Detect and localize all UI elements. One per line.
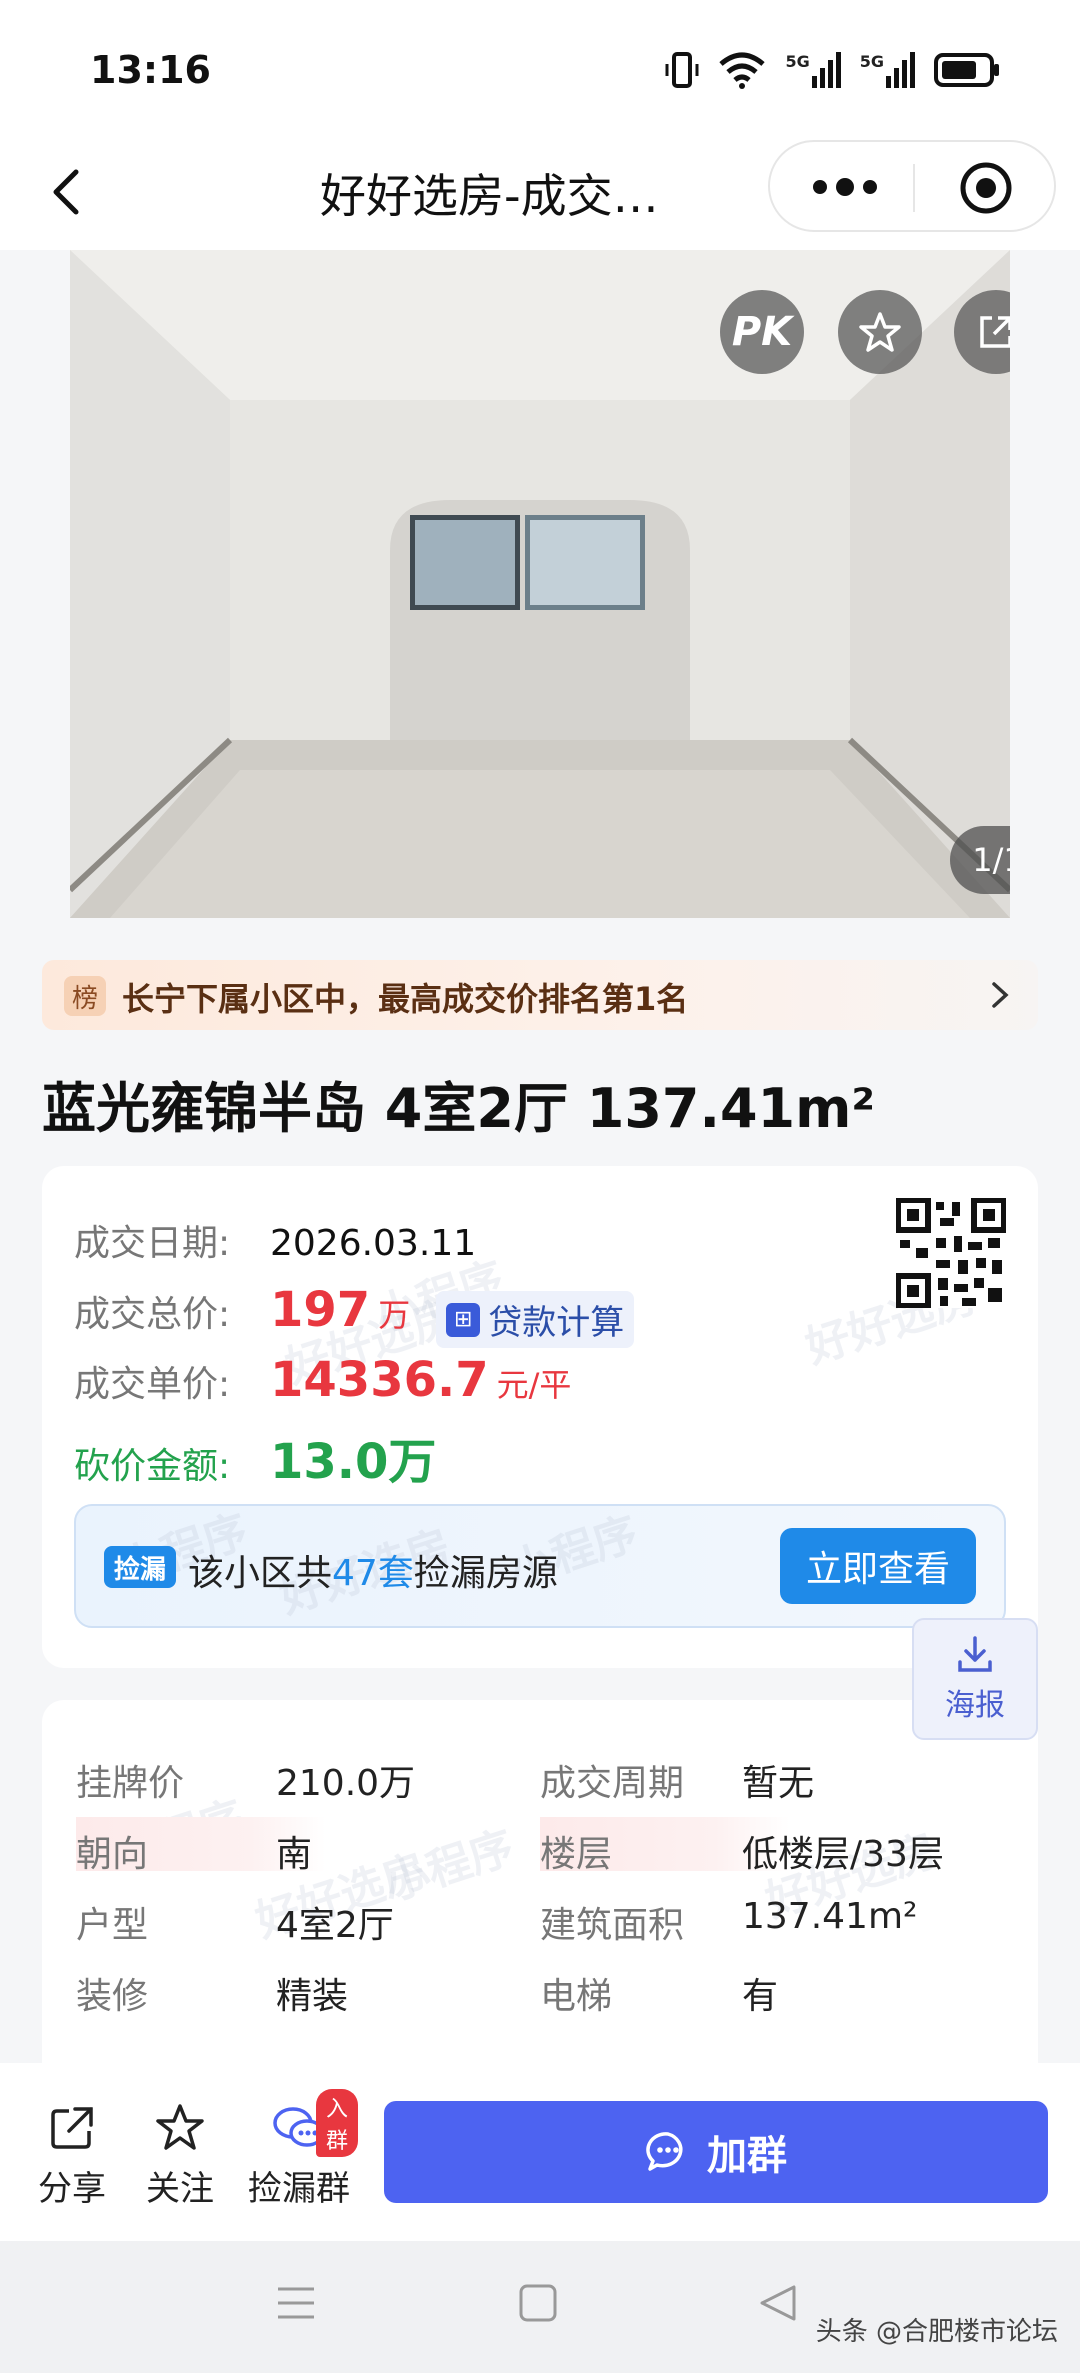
- info-key: 户型: [76, 1905, 149, 1946]
- wifi-icon: [719, 52, 766, 89]
- info-key: 挂牌价: [76, 1763, 185, 1804]
- star-icon: [859, 312, 901, 352]
- menu-icon[interactable]: [276, 2283, 316, 2323]
- loan-calculator-button[interactable]: ⊞ 贷款计算: [436, 1291, 635, 1348]
- deal-bargain-row: 砍价金额: 13.0万: [74, 1422, 436, 1492]
- info-value: 4室2厅: [276, 1905, 394, 1946]
- info-value: 暂无: [742, 1763, 815, 1804]
- info-key: 建筑面积: [540, 1905, 685, 1946]
- house-photo[interactable]: PK 1/1: [70, 250, 1010, 918]
- calculator-icon: ⊞: [446, 1302, 481, 1337]
- qr-code-icon[interactable]: [896, 1198, 1006, 1308]
- deal-card: 小程序 好好选房 好好选房 成交日期: 2026.03.11 成交总价: 197…: [42, 1166, 1038, 1668]
- info-row: 朝向 南 楼层 低楼层/33层: [42, 1815, 1038, 1875]
- bottom-action-bar: 分享 关注 入群 捡漏群 加群: [0, 2063, 1080, 2241]
- info-key: 楼层: [540, 1834, 613, 1875]
- deal-total-value: 197: [270, 1282, 371, 1338]
- deal-date-label: 成交日期:: [74, 1223, 231, 1264]
- status-time: 13:16: [90, 48, 211, 92]
- rank-badge: 榜: [64, 976, 106, 1016]
- house-title: 蓝光雍锦半岛 4室2厅 137.41m²: [42, 1077, 876, 1140]
- mini-program-capsule: [768, 140, 1056, 232]
- deal-total-row: 成交总价: 197 万 ⊞ 贷款计算: [74, 1282, 635, 1348]
- info-card: 小程序 小程序 好好选房 好好选房 挂牌价 210.0万 成交周期 暂无 朝向 …: [42, 1700, 1038, 2063]
- deal-unit-unit: 元/平: [496, 1366, 572, 1404]
- more-icon[interactable]: [810, 172, 880, 202]
- status-bar: 13:16 5G 5G: [0, 0, 1080, 140]
- join-group-button[interactable]: 加群: [384, 2101, 1048, 2203]
- close-miniprogram-icon[interactable]: [958, 160, 1014, 216]
- favorite-button[interactable]: [838, 290, 922, 374]
- join-badge: 入群: [316, 2089, 359, 2157]
- source-credit: 头条 @合肥楼市论坛: [815, 2317, 1058, 2347]
- follow-label: 关注: [146, 2169, 214, 2209]
- rank-text: 长宁下属小区中，最高成交价排名第1名: [122, 980, 689, 1018]
- info-value: 210.0万: [276, 1763, 416, 1804]
- deal-bargain-label: 砍价金额:: [74, 1446, 231, 1487]
- signal-5g-1: 5G: [785, 52, 841, 88]
- chat-icon: [646, 2132, 683, 2171]
- battery-icon: [934, 53, 999, 87]
- info-value: 低楼层/33层: [742, 1834, 944, 1875]
- deal-unit-row: 成交单价: 14336.7 元/平: [74, 1352, 571, 1408]
- info-key: 成交周期: [540, 1763, 685, 1804]
- download-icon: [958, 1636, 992, 1672]
- info-value: 精装: [276, 1976, 349, 2017]
- leak-text-prefix: 该小区共: [188, 1553, 333, 1594]
- info-value: 有: [742, 1976, 779, 2017]
- deal-total-label: 成交总价:: [74, 1294, 231, 1335]
- info-key: 电梯: [540, 1976, 613, 2017]
- info-row: 装修 精装 电梯 有: [42, 1957, 1038, 2017]
- rank-banner[interactable]: 榜 长宁下属小区中，最高成交价排名第1名: [42, 960, 1038, 1030]
- leak-text: 该小区共 47套 捡漏房源: [188, 1544, 558, 1596]
- deal-date-value: 2026.03.11: [270, 1223, 477, 1264]
- deal-unit-value: 14336.7: [270, 1352, 489, 1408]
- share-label: 分享: [38, 2169, 106, 2209]
- content-panel: 榜 长宁下属小区中，最高成交价排名第1名 蓝光雍锦半岛 4室2厅 137.41m…: [0, 918, 1080, 2063]
- info-key: 装修: [76, 1976, 149, 2017]
- info-key: 朝向: [76, 1834, 149, 1875]
- signal-5g-2: 5G: [860, 52, 916, 88]
- share-button[interactable]: 分享: [38, 2103, 106, 2210]
- follow-button[interactable]: 关注: [146, 2103, 214, 2210]
- signal-icon: [886, 52, 915, 88]
- signal-5g-label: 5G: [859, 52, 884, 71]
- deal-bargain-value: 13.0万: [270, 1434, 437, 1490]
- chevron-right-icon: [992, 982, 1009, 1008]
- deal-date-row: 成交日期: 2026.03.11: [74, 1214, 476, 1266]
- home-icon[interactable]: [518, 2283, 558, 2323]
- status-icons: 5G 5G: [665, 50, 1000, 90]
- info-row: 户型 4室2厅 建筑面积 137.41m²: [42, 1886, 1038, 1946]
- signal-icon: [811, 52, 841, 88]
- title-bar: 好好选房-成交…: [0, 140, 1080, 250]
- system-nav-bar: 头条 @合肥楼市论坛: [0, 2241, 1080, 2373]
- leak-tag: 捡漏: [104, 1546, 176, 1588]
- view-now-button[interactable]: 立即查看: [780, 1528, 976, 1604]
- capsule-divider: [913, 164, 915, 212]
- leak-group-button[interactable]: 入群 捡漏群: [248, 2089, 359, 2210]
- pk-compare-button[interactable]: PK: [720, 290, 804, 374]
- join-group-label: 加群: [707, 2133, 787, 2179]
- leak-listing-box: 小程序 好好选房 小程序 捡漏 该小区共 47套 捡漏房源 立即查看: [74, 1504, 1006, 1628]
- poster-button[interactable]: 海报: [912, 1618, 1038, 1740]
- deal-total-unit: 万: [378, 1296, 411, 1334]
- signal-5g-label: 5G: [785, 52, 810, 71]
- leak-group-label: 捡漏群: [248, 2169, 350, 2209]
- star-icon: [156, 2104, 204, 2150]
- page-title: 好好选房-成交…: [320, 169, 659, 223]
- leak-count: 47套: [332, 1553, 414, 1594]
- poster-label: 海报: [945, 1688, 1005, 1723]
- loan-calculator-label: 贷款计算: [488, 1303, 625, 1343]
- share-icon: [980, 316, 1010, 348]
- info-row: 挂牌价 210.0万 成交周期 暂无: [42, 1744, 1038, 1804]
- leak-text-suffix: 捡漏房源: [413, 1553, 558, 1594]
- info-value: 南: [276, 1834, 313, 1875]
- vibrate-icon: [665, 52, 699, 88]
- info-value: 137.41m²: [742, 1896, 918, 1937]
- back-icon[interactable]: [38, 162, 98, 222]
- deal-unit-label: 成交单价:: [74, 1364, 231, 1405]
- back-triangle-icon[interactable]: [758, 2283, 798, 2323]
- photo-counter: 1/1: [950, 826, 1010, 894]
- share-icon: [51, 2107, 93, 2149]
